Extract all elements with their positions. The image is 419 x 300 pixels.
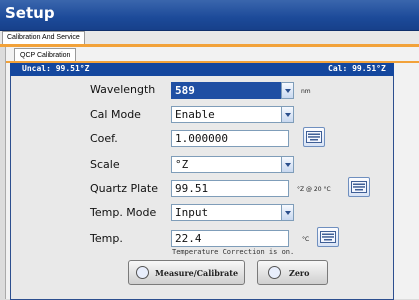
scale-label: Scale	[90, 158, 120, 171]
scale-select[interactable]: °Z	[171, 156, 289, 173]
zero-label: Zero	[289, 268, 310, 278]
temp-mode-label: Temp. Mode	[90, 206, 157, 219]
temp-mode-select[interactable]: Input	[171, 204, 289, 221]
uncal-reading: Uncal: 99.51°Z	[22, 64, 90, 73]
wavelength-unit: nm	[301, 88, 311, 95]
wavelength-dropdown-arrow-icon[interactable]	[281, 82, 294, 99]
temp-input[interactable]: 22.4	[171, 230, 289, 247]
title-bar: Setup	[0, 0, 419, 31]
zero-icon	[268, 266, 281, 279]
cal-mode-label: Cal Mode	[90, 108, 141, 121]
wavelength-select[interactable]: 589	[171, 82, 289, 99]
temperature-correction-note: Temperature Correction is on.	[172, 248, 295, 256]
cal-mode-select[interactable]: Enable	[171, 106, 289, 123]
temp-unit: °C	[302, 236, 310, 243]
coef-input[interactable]: 1.000000	[171, 130, 289, 147]
scale-dropdown-arrow-icon[interactable]	[281, 156, 294, 173]
window-title: Setup	[5, 4, 55, 22]
keyboard-icon[interactable]	[348, 177, 370, 197]
status-bar: Uncal: 99.51°Z Cal: 99.51°Z	[10, 63, 394, 76]
quartz-plate-label: Quartz Plate	[90, 182, 158, 195]
measure-icon	[136, 266, 149, 279]
cal-mode-dropdown-arrow-icon[interactable]	[281, 106, 294, 123]
quartz-plate-unit: °Z @ 20 °C	[297, 186, 331, 193]
cal-reading: Cal: 99.51°Z	[328, 64, 386, 73]
coef-label: Coef.	[90, 132, 118, 145]
keyboard-icon[interactable]	[317, 227, 339, 247]
measure-calibrate-button[interactable]: Measure/Calibrate	[128, 260, 245, 285]
keyboard-icon[interactable]	[303, 127, 325, 147]
tab-calibration-and-service[interactable]: Calibration And Service	[2, 31, 85, 44]
outer-tab-strip: Calibration And Service	[0, 31, 419, 44]
tab-qcp-calibration[interactable]: QCP Calibration	[14, 48, 77, 62]
zero-button[interactable]: Zero	[257, 260, 328, 285]
measure-calibrate-label: Measure/Calibrate	[155, 268, 239, 278]
wavelength-label: Wavelength	[90, 83, 156, 96]
temp-label: Temp.	[90, 232, 123, 245]
quartz-plate-input[interactable]: 99.51	[171, 180, 289, 197]
temp-mode-dropdown-arrow-icon[interactable]	[281, 204, 294, 221]
